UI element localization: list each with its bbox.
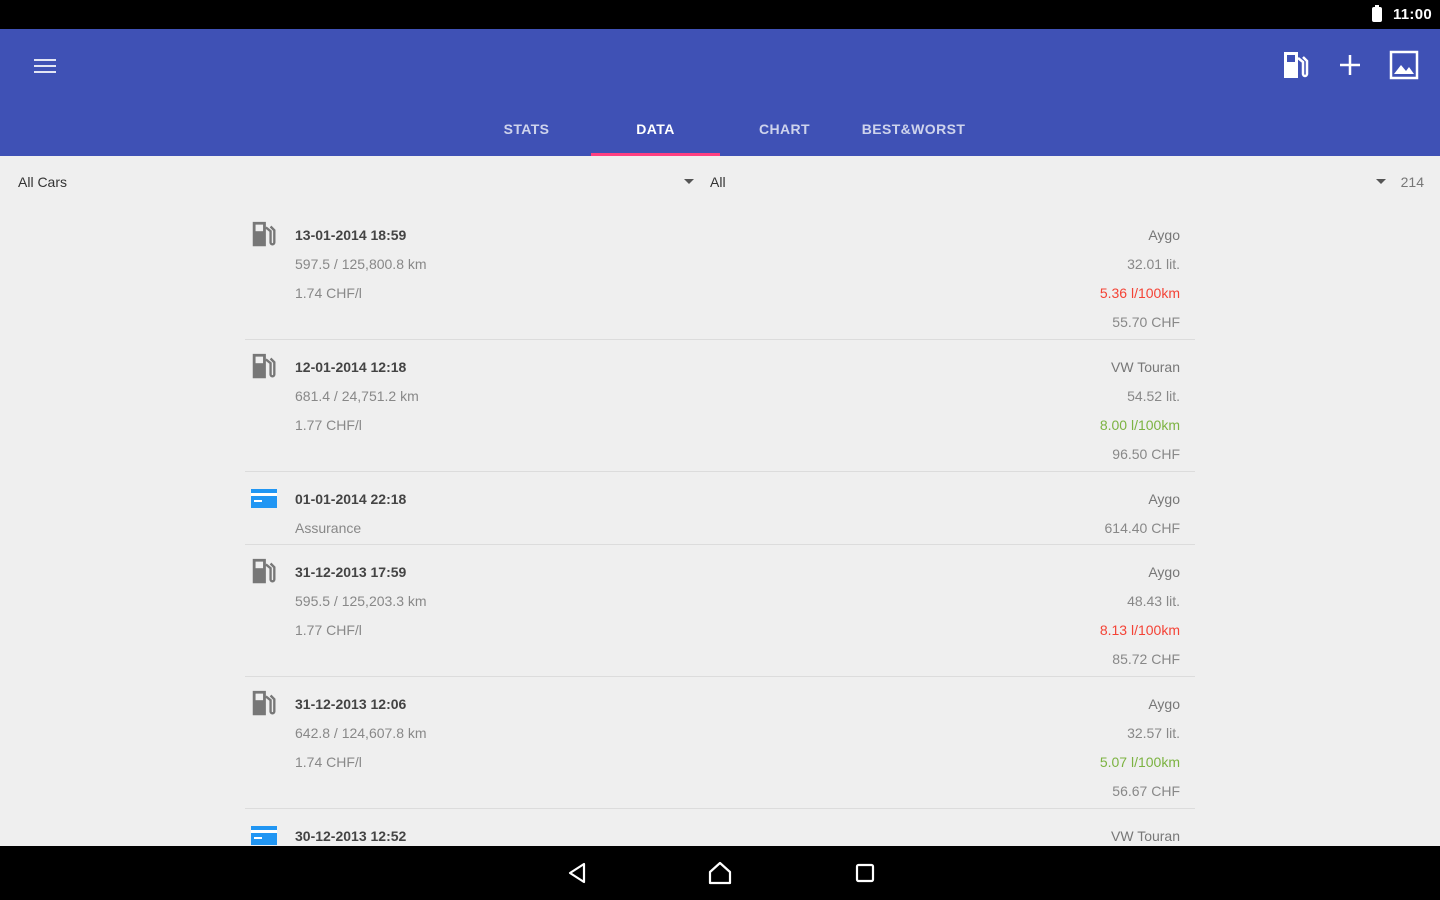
tab-chart[interactable]: CHART xyxy=(720,109,849,156)
car-filter-value: All Cars xyxy=(18,174,68,190)
entry-volume: 32.57 lit. xyxy=(1127,725,1180,741)
car-filter-spinner[interactable]: All Cars xyxy=(18,156,702,208)
entry-consumption: 5.36 l/100km xyxy=(1099,285,1180,301)
entry-date: 31-12-2013 12:06 xyxy=(295,696,407,712)
back-button[interactable] xyxy=(561,858,593,888)
fuel-pump-icon xyxy=(252,221,276,247)
entry-price: 1.74 CHF/l xyxy=(295,754,362,770)
dropdown-arrow-icon xyxy=(1376,179,1386,184)
entry-cost: 55.70 CHF xyxy=(1112,314,1180,330)
tab-best-worst[interactable]: BEST&WORST xyxy=(849,109,978,156)
entry-date: 30-12-2013 12:52 xyxy=(295,828,407,844)
entry-car: Aygo xyxy=(1148,491,1180,507)
recents-icon xyxy=(855,863,875,883)
entry-date: 01-01-2014 22:18 xyxy=(295,491,407,507)
entry-price: 1.77 CHF/l xyxy=(295,417,362,433)
entry-cost: 614.40 CHF xyxy=(1104,520,1180,536)
entry-car: Aygo xyxy=(1148,227,1180,243)
entry-cost: 96.50 CHF xyxy=(1112,446,1180,462)
fuel-pump-icon xyxy=(1284,52,1309,78)
navigation-bar xyxy=(0,846,1440,900)
add-fuel-button[interactable] xyxy=(1278,45,1314,85)
credit-card-icon xyxy=(251,489,277,508)
type-filter-spinner[interactable]: All xyxy=(710,156,1392,208)
list-item[interactable]: 13-01-2014 18:59 597.5 / 125,800.8 km 1.… xyxy=(245,208,1195,340)
status-clock: 11:00 xyxy=(1392,6,1432,23)
back-icon xyxy=(568,862,586,884)
plus-icon xyxy=(1340,55,1360,75)
entry-date: 13-01-2014 18:59 xyxy=(295,227,407,243)
tab-data[interactable]: DATA xyxy=(591,109,720,156)
entry-volume: 32.01 lit. xyxy=(1127,256,1180,272)
entry-note: Assurance xyxy=(295,520,362,536)
entry-volume: 48.43 lit. xyxy=(1127,593,1180,609)
list-item[interactable]: 12-01-2014 12:18 681.4 / 24,751.2 km 1.7… xyxy=(245,340,1195,472)
battery-icon xyxy=(1372,5,1382,22)
entry-date: 31-12-2013 17:59 xyxy=(295,564,407,580)
app-bar: STATS DATA CHART BEST&WORST xyxy=(0,29,1440,156)
fuel-pump-icon xyxy=(252,353,276,379)
entry-car: VW Touran xyxy=(1111,359,1180,375)
image-icon xyxy=(1389,50,1419,80)
entry-car: VW Touran xyxy=(1111,828,1180,844)
entry-car: Aygo xyxy=(1148,564,1180,580)
entry-distance: 597.5 / 125,800.8 km xyxy=(295,256,427,272)
home-button[interactable] xyxy=(704,858,736,888)
list-item[interactable]: 01-01-2014 22:18 Assurance Aygo 614.40 C… xyxy=(245,472,1195,545)
menu-icon xyxy=(34,59,56,61)
entry-date: 12-01-2014 12:18 xyxy=(295,359,407,375)
home-icon xyxy=(708,861,732,885)
entry-distance: 681.4 / 24,751.2 km xyxy=(295,388,419,404)
entry-price: 1.74 CHF/l xyxy=(295,285,362,301)
status-bar: 11:00 xyxy=(0,0,1440,29)
entry-volume: 54.52 lit. xyxy=(1127,388,1180,404)
type-filter-value: All xyxy=(710,174,726,190)
entry-price: 1.77 CHF/l xyxy=(295,622,362,638)
list-item[interactable]: 30-12-2013 12:52 VW Touran xyxy=(245,809,1195,846)
fuel-pump-icon xyxy=(252,558,276,584)
entries-list[interactable]: 13-01-2014 18:59 597.5 / 125,800.8 km 1.… xyxy=(245,208,1195,846)
entry-count: 214 xyxy=(1400,174,1424,190)
dropdown-arrow-icon xyxy=(684,179,694,184)
entry-cost: 85.72 CHF xyxy=(1112,651,1180,667)
image-button[interactable] xyxy=(1386,45,1422,85)
filter-bar: All Cars All 214 xyxy=(0,156,1440,208)
entry-cost: 56.67 CHF xyxy=(1112,783,1180,799)
tab-stats[interactable]: STATS xyxy=(462,109,591,156)
entry-consumption: 8.00 l/100km xyxy=(1099,417,1180,433)
list-item[interactable]: 31-12-2013 17:59 595.5 / 125,203.3 km 1.… xyxy=(245,545,1195,677)
add-button[interactable] xyxy=(1332,45,1368,85)
entry-car: Aygo xyxy=(1148,696,1180,712)
toolbar-actions xyxy=(1278,45,1422,85)
menu-button[interactable] xyxy=(26,49,64,83)
list-item[interactable]: 31-12-2013 12:06 642.8 / 124,607.8 km 1.… xyxy=(245,677,1195,809)
entry-consumption: 8.13 l/100km xyxy=(1099,622,1180,638)
entry-consumption: 5.07 l/100km xyxy=(1099,754,1180,770)
recents-button[interactable] xyxy=(849,858,881,888)
fuel-pump-icon xyxy=(252,690,276,716)
entry-distance: 642.8 / 124,607.8 km xyxy=(295,725,427,741)
entry-distance: 595.5 / 125,203.3 km xyxy=(295,593,427,609)
tab-bar: STATS DATA CHART BEST&WORST xyxy=(462,109,978,156)
credit-card-icon xyxy=(251,826,277,845)
